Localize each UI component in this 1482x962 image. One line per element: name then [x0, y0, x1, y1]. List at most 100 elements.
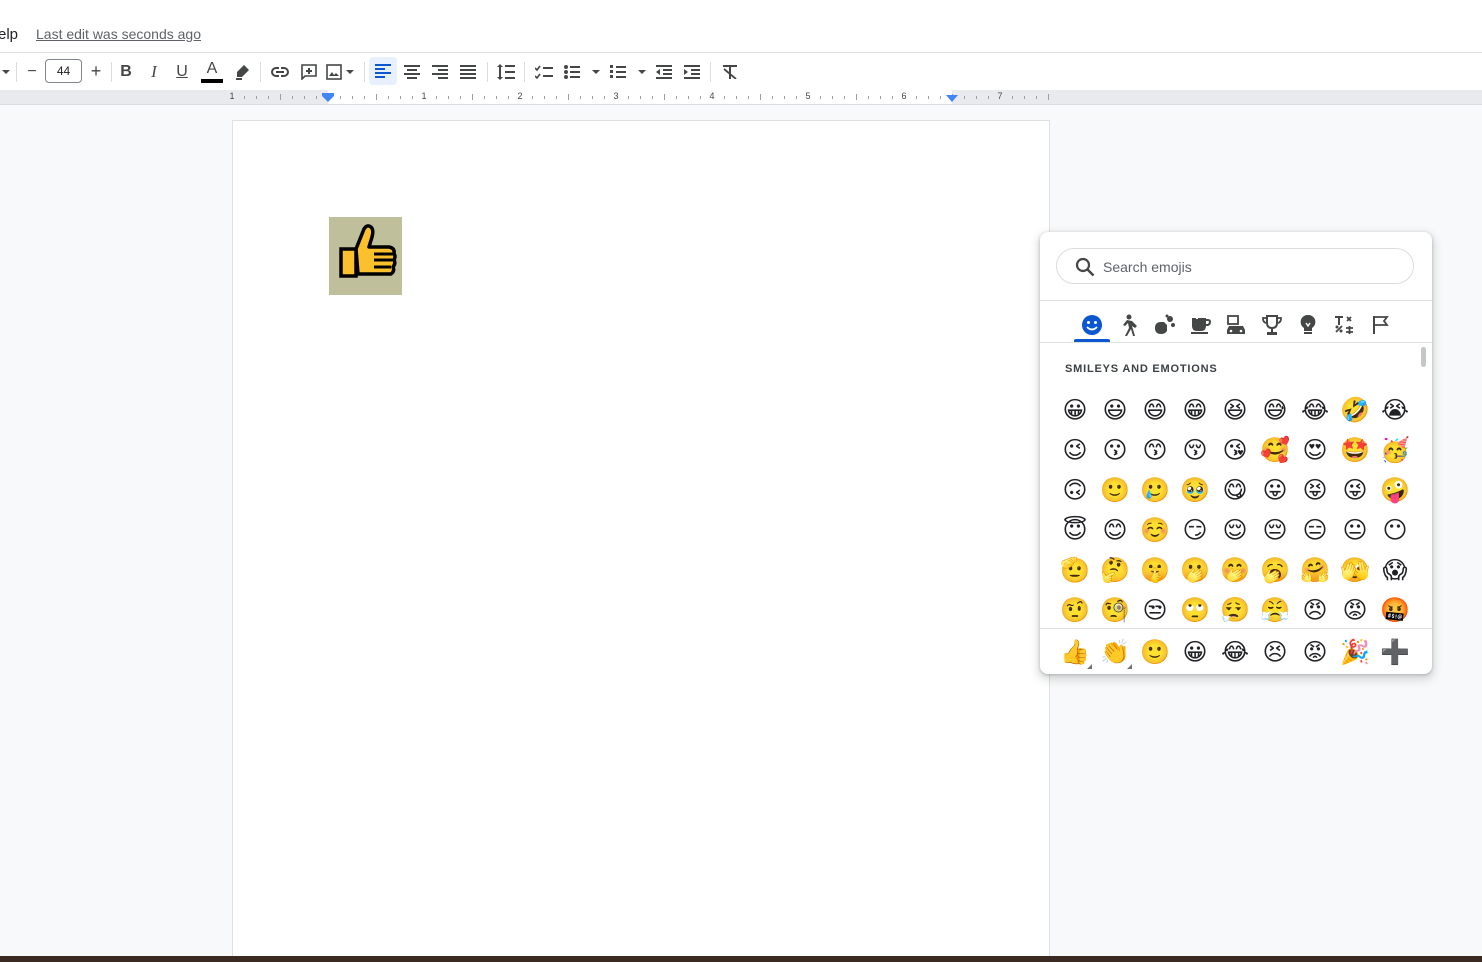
emoji-button[interactable]: 😆	[1215, 390, 1255, 430]
highlight-pen-icon[interactable]	[229, 53, 255, 90]
emoji-button[interactable]: 😉	[1055, 430, 1095, 470]
font-size-input[interactable]: 44	[45, 59, 82, 83]
emoji-button[interactable]: 🤭	[1215, 550, 1255, 590]
emoji-button[interactable]: 🥰	[1255, 430, 1295, 470]
insert-link-icon[interactable]	[266, 53, 294, 90]
emoji-button[interactable]: 😡	[1335, 590, 1375, 626]
italic-button[interactable]: I	[142, 53, 166, 90]
category-tab-objects[interactable]	[1290, 310, 1326, 340]
emoji-button[interactable]: 🫣	[1335, 550, 1375, 590]
emoji-button[interactable]: 😱	[1375, 550, 1415, 590]
menu-help[interactable]: elp	[0, 26, 18, 43]
emoji-button[interactable]: 🥹	[1175, 470, 1215, 510]
emoji-button[interactable]: 😍	[1295, 430, 1335, 470]
emoji-button[interactable]: 😠	[1295, 590, 1335, 626]
emoji-scrollbar[interactable]	[1421, 347, 1426, 367]
recent-emoji-button[interactable]: 😡	[1295, 632, 1335, 672]
add-comment-icon[interactable]	[296, 53, 322, 90]
decrease-indent-icon[interactable]	[650, 53, 678, 90]
inserted-image[interactable]	[329, 217, 402, 295]
emoji-button[interactable]: 🫢	[1175, 550, 1215, 590]
emoji-button[interactable]: 😑	[1295, 510, 1335, 550]
emoji-button[interactable]: 😜	[1335, 470, 1375, 510]
left-indent-marker-icon[interactable]	[322, 93, 334, 103]
align-left-icon[interactable]	[369, 57, 397, 85]
emoji-button[interactable]: 🤩	[1335, 430, 1375, 470]
emoji-button[interactable]: 😚	[1175, 430, 1215, 470]
bulleted-list-icon[interactable]	[562, 53, 602, 90]
emoji-button[interactable]: 😋	[1215, 470, 1255, 510]
emoji-button[interactable]: 🙃	[1055, 470, 1095, 510]
align-right-icon[interactable]	[426, 53, 454, 90]
emoji-search-input[interactable]	[1101, 250, 1405, 284]
emoji-button[interactable]: 🥲	[1135, 470, 1175, 510]
text-color-button[interactable]: A	[199, 53, 225, 90]
recent-emoji-button[interactable]: 🙂	[1135, 632, 1175, 672]
recent-emoji-button[interactable]: ➕	[1375, 632, 1415, 672]
emoji-button[interactable]: ☺️	[1135, 510, 1175, 550]
category-tab-travel[interactable]	[1218, 310, 1254, 340]
emoji-button[interactable]: 😀	[1055, 390, 1095, 430]
right-indent-marker-icon[interactable]	[946, 95, 958, 103]
emoji-button[interactable]: 🙄	[1175, 590, 1215, 626]
emoji-button[interactable]: 😂	[1295, 390, 1335, 430]
emoji-button[interactable]: 😤	[1255, 590, 1295, 626]
recent-emoji-button[interactable]: 😀	[1175, 632, 1215, 672]
increase-font-size-button[interactable]: +	[84, 53, 108, 90]
emoji-button[interactable]: 😇	[1055, 510, 1095, 550]
emoji-button[interactable]: 🥳	[1375, 430, 1415, 470]
emoji-button[interactable]: 😊	[1095, 510, 1135, 550]
emoji-button[interactable]: 🥱	[1255, 550, 1295, 590]
emoji-button[interactable]: 😐	[1335, 510, 1375, 550]
underline-button[interactable]: U	[170, 53, 194, 90]
line-spacing-icon[interactable]	[492, 53, 520, 90]
emoji-button[interactable]: 🤔	[1095, 550, 1135, 590]
emoji-button[interactable]: 😶	[1375, 510, 1415, 550]
emoji-button[interactable]: 😒	[1135, 590, 1175, 626]
recent-emoji-button[interactable]: 👍	[1055, 632, 1095, 672]
numbered-list-icon[interactable]	[608, 53, 648, 90]
emoji-button[interactable]: 🤪	[1375, 470, 1415, 510]
decrease-font-size-button[interactable]: −	[20, 53, 44, 90]
recent-emoji-button[interactable]: 😂	[1215, 632, 1255, 672]
category-tab-flags[interactable]	[1362, 310, 1398, 340]
emoji-button[interactable]: 😭	[1375, 390, 1415, 430]
emoji-button[interactable]: 😏	[1175, 510, 1215, 550]
emoji-button[interactable]: 😝	[1295, 470, 1335, 510]
emoji-button[interactable]: 😌	[1215, 510, 1255, 550]
recent-emoji-button[interactable]: 👏	[1095, 632, 1135, 672]
font-dropdown-caret-icon[interactable]	[0, 53, 12, 90]
clear-formatting-icon[interactable]	[716, 53, 744, 90]
category-tab-animals[interactable]	[1146, 310, 1182, 340]
emoji-button[interactable]: 😘	[1215, 430, 1255, 470]
insert-image-icon[interactable]	[324, 53, 358, 90]
emoji-search-box[interactable]	[1056, 248, 1414, 284]
bold-button[interactable]: B	[114, 53, 138, 90]
emoji-button[interactable]: 😅	[1255, 390, 1295, 430]
emoji-button[interactable]: 🧐	[1095, 590, 1135, 626]
emoji-button[interactable]: 🫡	[1055, 550, 1095, 590]
category-tab-food[interactable]	[1182, 310, 1218, 340]
recent-emoji-button[interactable]: 🎉	[1335, 632, 1375, 672]
emoji-button[interactable]: 🤗	[1295, 550, 1335, 590]
document-page[interactable]	[233, 121, 1049, 962]
justify-icon[interactable]	[454, 53, 482, 90]
emoji-button[interactable]: 😃	[1095, 390, 1135, 430]
emoji-button[interactable]: 😮‍💨	[1215, 590, 1255, 626]
checklist-icon[interactable]	[530, 53, 558, 90]
category-tab-activities[interactable]	[1254, 310, 1290, 340]
last-edit-link[interactable]: Last edit was seconds ago	[36, 26, 201, 42]
emoji-button[interactable]: 😄	[1135, 390, 1175, 430]
emoji-button[interactable]: 🤣	[1335, 390, 1375, 430]
category-tab-symbols[interactable]	[1326, 310, 1362, 340]
emoji-button[interactable]: 😔	[1255, 510, 1295, 550]
category-tab-smileys[interactable]	[1074, 310, 1110, 340]
align-center-icon[interactable]	[398, 53, 426, 90]
emoji-button[interactable]: 🤨	[1055, 590, 1095, 626]
emoji-button[interactable]: 😙	[1135, 430, 1175, 470]
emoji-button[interactable]: 🙂	[1095, 470, 1135, 510]
increase-indent-icon[interactable]	[678, 53, 706, 90]
category-tab-people[interactable]	[1110, 310, 1146, 340]
emoji-button[interactable]: 🤬	[1375, 590, 1415, 626]
emoji-button[interactable]: 😗	[1095, 430, 1135, 470]
